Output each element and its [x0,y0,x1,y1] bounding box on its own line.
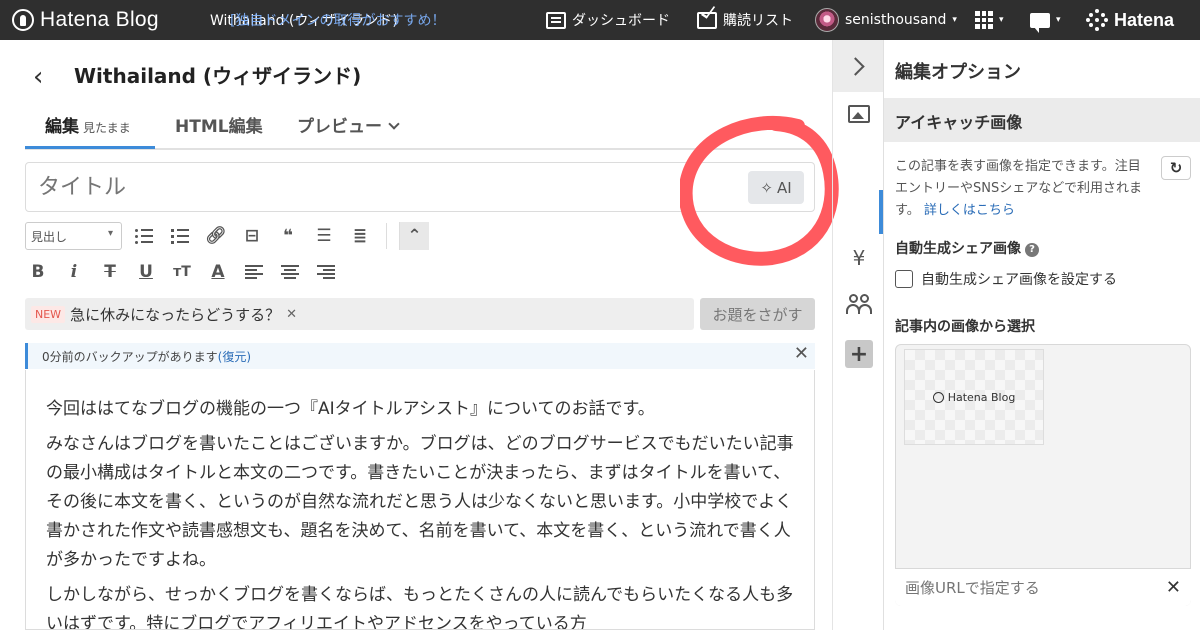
image-url-input[interactable] [905,578,1145,597]
close-icon[interactable]: ✕ [1166,577,1181,598]
image-url-row: ✕ [895,568,1191,606]
dashboard-icon [546,11,566,29]
dashboard-label: ダッシュボード [572,13,670,29]
restore-link[interactable]: (復元) [218,350,251,364]
find-topic-button[interactable]: お題をさがす [700,298,815,330]
topic-bar[interactable]: NEW 急に休みになったらどうする？ ✕ [25,298,694,330]
tab-preview-label: プレビュー [297,117,382,137]
hatena-blog-logo[interactable]: Hatena Blog [12,8,159,32]
refresh-icon[interactable]: ↻ [1161,156,1191,180]
strikethrough-button[interactable]: T [92,258,128,286]
annotation-circle [680,115,839,266]
image-gallery: Hatena Blog [895,344,1191,606]
domain-notice[interactable]: [独自ドメインの取得がおすすめ！ [230,10,445,30]
back-button[interactable]: ‹ [33,62,43,92]
align-center-icon[interactable] [272,258,308,286]
table-of-contents-icon[interactable]: ☰ [306,222,342,250]
footnote-icon[interactable]: ≣ [342,222,378,250]
hatena-blog-mark-icon [12,9,34,31]
italic-button[interactable]: i [56,258,92,286]
auto-share-label: 自動生成シェア画像を設定する [921,272,1117,288]
apps-menu[interactable]: ▾ [975,0,1004,40]
pick-from-article-header: 記事内の画像から選択 [895,319,1035,335]
hatena-label: Hatena [1114,9,1175,30]
auto-share-checkbox[interactable] [895,270,913,288]
bold-button[interactable]: B [20,258,56,286]
speech-bubble-icon [1030,12,1050,33]
auto-share-option[interactable]: 自動生成シェア画像を設定する [895,269,1117,289]
close-icon[interactable]: ✕ [286,307,297,322]
collapse-panel-button[interactable] [833,40,883,92]
topic-text: 急に休みになったらどうする？ [70,305,281,324]
tab-preview[interactable]: プレビュー [297,112,400,137]
unordered-list-icon[interactable] [126,222,162,250]
learn-more-link[interactable]: 詳しくはこちら [924,203,1015,218]
body-editor[interactable]: 今回ははてなブログの機能の一つ『AIタイトルアシスト』についてのお話です。 みな… [25,370,815,630]
help-icon[interactable]: ? [1025,242,1039,257]
tab-wysiwyg-label: 編集 [45,117,79,137]
options-icon-strip: ¥ + [832,40,883,630]
tab-wysiwyg-sub: 見たまま [83,121,131,135]
image-icon[interactable] [846,102,872,126]
people-icon[interactable] [846,292,872,316]
username: senisthousand [845,12,947,28]
panel-title: 編集オプション [895,62,1021,83]
reading-list-link[interactable]: 購読リスト [697,0,793,40]
heading-select[interactable]: 見出し [25,222,122,250]
logo-text: Hatena Blog [40,8,159,31]
active-tab-indicator [25,146,155,149]
auto-share-title: 自動生成シェア画像 [895,241,1021,257]
image-thumbnail[interactable]: Hatena Blog [904,349,1044,445]
reading-list-icon [697,11,717,29]
chevron-down-icon: ▾ [952,15,957,25]
tab-wysiwyg[interactable]: 編集 見たまま [45,112,131,137]
hatena-blog-mark-icon [932,391,944,403]
chevron-down-icon: ▾ [999,15,1004,25]
auto-share-header: 自動生成シェア画像? [895,238,1039,258]
hatena-link[interactable]: Hatena [1086,0,1174,40]
ordered-list-icon[interactable] [162,222,198,250]
close-icon[interactable]: ✕ [794,343,809,364]
user-menu[interactable]: senisthousand ▾ [815,0,957,40]
avatar [815,8,839,32]
backup-notice: 0分前のバックアップがあります(復元) ✕ [25,343,815,369]
align-left-icon[interactable] [236,258,272,286]
top-bar: Hatena Blog Withailand (ウィザイランド) [独自ドメイン… [0,0,1200,40]
link-icon[interactable]: 🔗︎ [198,222,234,250]
edit-options-panel: 編集オプション アイキャッチ画像 この記事を表す画像を指定できます。注目エントリ… [883,40,1200,630]
more-icon[interactable]: ⊟ [234,222,270,250]
add-icon[interactable]: + [845,340,873,368]
format-toolbar-row1: 見出し 🔗︎ ⊟ ❝ ☰ ≣ ⌃ [25,222,429,250]
align-right-icon[interactable] [308,258,344,286]
underline-button[interactable]: U [128,258,164,286]
paragraph: しかしながら、せっかくブログを書くならば、もっとたくさんの人に読んでもらいたくな… [46,585,794,630]
tab-html[interactable]: HTML編集 [175,112,263,137]
reading-list-label: 購読リスト [723,13,793,29]
quote-icon[interactable]: ❝ [270,222,306,250]
text-color-button[interactable]: A [200,258,236,286]
font-size-button[interactable]: тT [164,258,200,286]
yen-icon[interactable]: ¥ [846,246,872,270]
thumbnail-label: Hatena Blog [947,390,1016,404]
new-badge: NEW [31,305,66,323]
paragraph: 今回ははてなブログの機能の一つ『AIタイトルアシスト』についてのお話です。 [46,399,655,419]
paragraph: みなさんはブログを書いたことはございますか。ブログは、どのブログサービスでもだい… [46,434,794,570]
hatena-mark-icon [1086,9,1108,31]
notifications-menu[interactable]: ▾ [1030,0,1061,40]
chevron-right-icon [845,56,865,76]
chevron-down-icon: ▾ [1056,15,1061,25]
format-toolbar-row2: B i T U тT A [20,258,344,286]
dashboard-link[interactable]: ダッシュボード [546,0,670,40]
chevron-down-icon [388,118,400,130]
page-title: Withailand (ウィザイランド) [74,64,362,88]
grid-icon [975,11,993,29]
eyecatch-section-header[interactable]: アイキャッチ画像 [884,98,1200,142]
toolbar-divider [386,223,387,249]
collapse-icon[interactable]: ⌃ [399,222,429,250]
backup-text: 0分前のバックアップがあります [42,350,218,364]
eyecatch-description: この記事を表す画像を指定できます。注目エントリーやSNSシェアなどで利用されます… [895,156,1145,222]
